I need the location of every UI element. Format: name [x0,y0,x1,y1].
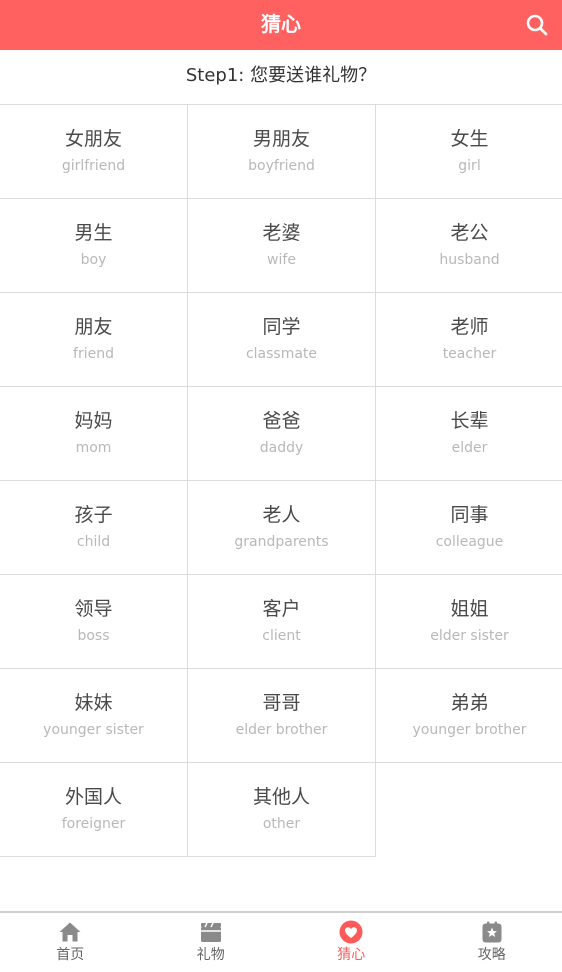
recipient-label-en: girlfriend [0,157,187,175]
recipient-label-en: mom [0,439,187,457]
recipient-label-en: teacher [376,345,562,363]
recipient-label-zh: 男生 [0,221,187,245]
recipient-option[interactable]: 外国人 foreigner [0,763,188,857]
recipient-label-en: grandparents [188,533,375,551]
bottom-tab-bar: 首页 礼物 猜心 攻略 [0,911,562,972]
app-header: 猜心 [0,0,562,50]
recipient-label-zh: 外国人 [0,785,187,809]
home-icon [58,920,82,944]
recipient-label-en: client [188,627,375,645]
recipient-label-en: wife [188,251,375,269]
step-prompt: Step1: 您要送谁礼物？ [0,50,562,105]
recipient-option[interactable]: 弟弟 younger brother [376,669,562,763]
recipient-label-zh: 孩子 [0,503,187,527]
recipient-option[interactable]: 爸爸 daddy [188,387,376,481]
recipient-label-en: classmate [188,345,375,363]
recipient-label-zh: 朋友 [0,315,187,339]
recipient-option[interactable]: 哥哥 elder brother [188,669,376,763]
heart-icon [339,920,363,944]
recipient-label-en: boyfriend [188,157,375,175]
recipient-label-en: younger sister [0,721,187,739]
recipient-label-zh: 女生 [376,127,562,151]
recipient-label-en: boss [0,627,187,645]
tab-label: 猜心 [337,946,365,964]
tab-label: 首页 [56,946,84,964]
tab-heart[interactable]: 猜心 [281,913,422,972]
recipient-label-zh: 爸爸 [188,409,375,433]
recipient-label-zh: 长辈 [376,409,562,433]
recipient-label-en: elder brother [188,721,375,739]
recipient-label-zh: 弟弟 [376,691,562,715]
search-icon [525,13,549,37]
recipient-label-en: colleague [376,533,562,551]
gift-icon [199,920,223,944]
recipient-label-zh: 男朋友 [188,127,375,151]
recipient-option[interactable]: 妈妈 mom [0,387,188,481]
recipient-label-zh: 领导 [0,597,187,621]
recipient-option[interactable]: 其他人 other [188,763,376,857]
recipient-label-en: elder sister [376,627,562,645]
recipient-label-zh: 其他人 [188,785,375,809]
recipient-option[interactable]: 同事 colleague [376,481,562,575]
recipient-option[interactable]: 老公 husband [376,199,562,293]
recipient-label-zh: 老公 [376,221,562,245]
recipient-label-zh: 哥哥 [188,691,375,715]
recipient-option[interactable]: 老师 teacher [376,293,562,387]
recipient-option[interactable]: 男生 boy [0,199,188,293]
recipient-label-zh: 老人 [188,503,375,527]
recipient-label-en: boy [0,251,187,269]
recipient-label-zh: 女朋友 [0,127,187,151]
recipient-option[interactable]: 男朋友 boyfriend [188,105,376,199]
recipient-option[interactable]: 妹妹 younger sister [0,669,188,763]
recipient-option[interactable]: 同学 classmate [188,293,376,387]
recipient-option[interactable]: 姐姐 elder sister [376,575,562,669]
recipient-label-en: daddy [188,439,375,457]
recipient-label-en: friend [0,345,187,363]
tab-home[interactable]: 首页 [0,913,141,972]
page-title: 猜心 [0,0,562,50]
recipient-option[interactable]: 女朋友 girlfriend [0,105,188,199]
recipient-label-en: elder [376,439,562,457]
recipient-label-zh: 客户 [188,597,375,621]
recipient-option[interactable]: 客户 client [188,575,376,669]
recipient-label-zh: 同事 [376,503,562,527]
recipient-option[interactable]: 老人 grandparents [188,481,376,575]
recipient-label-zh: 同学 [188,315,375,339]
recipient-label-en: younger brother [376,721,562,739]
recipient-label-zh: 姐姐 [376,597,562,621]
recipient-label-en: foreigner [0,815,187,833]
tab-guide-star[interactable]: 攻略 [422,913,562,972]
recipient-label-zh: 老师 [376,315,562,339]
recipient-label-zh: 妈妈 [0,409,187,433]
search-button[interactable] [520,8,554,42]
recipient-option[interactable]: 朋友 friend [0,293,188,387]
recipient-label-zh: 老婆 [188,221,375,245]
tab-label: 礼物 [197,946,225,964]
recipient-option[interactable]: 老婆 wife [188,199,376,293]
recipient-label-zh: 妹妹 [0,691,187,715]
tab-label: 攻略 [478,946,506,964]
guide-star-icon [480,920,504,944]
tab-gift[interactable]: 礼物 [141,913,282,972]
recipient-label-en: husband [376,251,562,269]
recipient-option[interactable]: 孩子 child [0,481,188,575]
recipient-label-en: other [188,815,375,833]
recipient-label-en: child [0,533,187,551]
recipient-option[interactable]: 领导 boss [0,575,188,669]
recipient-option[interactable]: 长辈 elder [376,387,562,481]
recipient-grid: 女朋友 girlfriend男朋友 boyfriend女生 girl 男生 boy老婆 wi… [0,105,562,857]
recipient-label-en: girl [376,157,562,175]
recipient-option[interactable]: 女生 girl [376,105,562,199]
